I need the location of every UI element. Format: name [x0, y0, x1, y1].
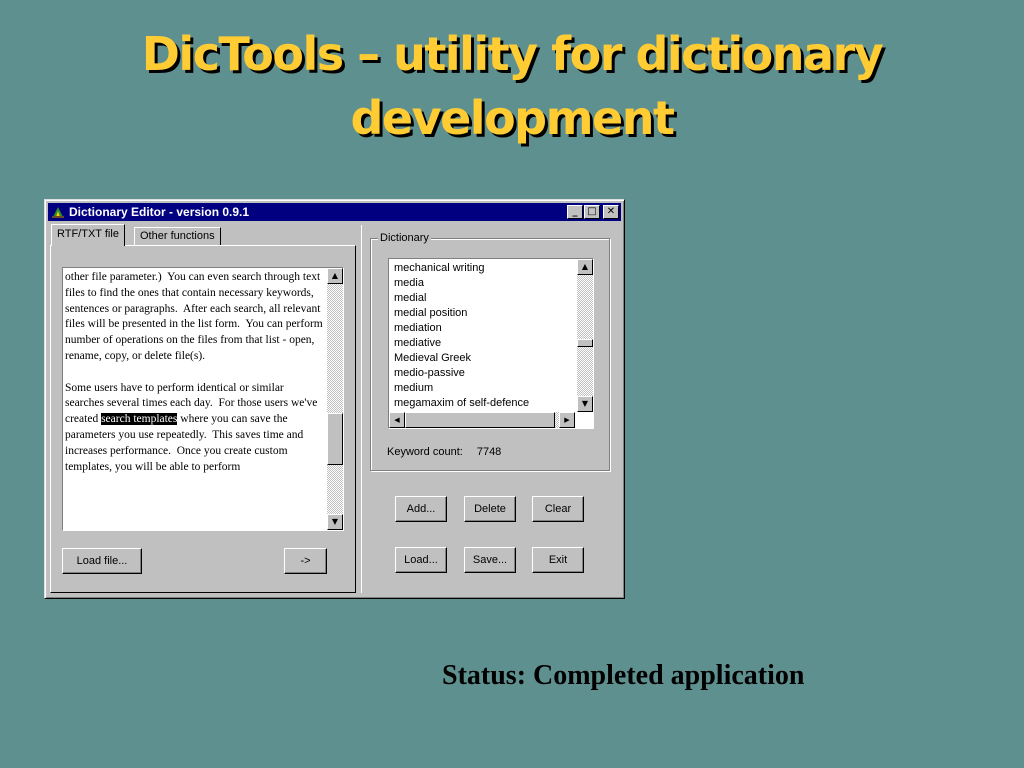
load-button[interactable]: Load... [395, 547, 447, 573]
window-title: Dictionary Editor - version 0.9.1 [69, 205, 250, 219]
add-button[interactable]: Add... [395, 496, 447, 522]
close-button[interactable]: ✕ [603, 205, 619, 219]
scroll-thumb[interactable] [327, 413, 343, 465]
list-scroll-left-arrow-icon[interactable]: ◀ [389, 412, 405, 428]
list-scroll-up-arrow-icon[interactable]: ▲ [577, 259, 593, 275]
keyword-count-label: Keyword count: [387, 446, 463, 458]
arrow-transfer-button[interactable]: -> [284, 548, 327, 574]
keyword-count-value: 7748 [476, 446, 502, 458]
dictionary-items: mechanical writing media medial medial posi… [389, 259, 570, 411]
list-vertical-scrollbar[interactable]: ▲ ▼ [577, 259, 593, 412]
tab-rtf-txt-file[interactable]: RTF/TXT file [51, 224, 125, 246]
exit-button[interactable]: Exit [532, 547, 584, 573]
app-icon [51, 205, 65, 219]
list-hscroll-thumb[interactable] [405, 412, 555, 428]
highlighted-text: search templates [101, 413, 178, 426]
list-scroll-right-arrow-icon[interactable]: ▶ [559, 412, 575, 428]
text-preview-content: other file parameter.) You can even sear… [65, 270, 325, 475]
slide-title: DicTools – utility for dictionary develo… [0, 22, 1024, 150]
slide-title-line-2: development [350, 91, 675, 145]
delete-button[interactable]: Delete [464, 496, 516, 522]
dictionary-editor-window: Dictionary Editor - version 0.9.1 _ □ ✕ … [44, 199, 625, 599]
text-paragraph-1: other file parameter.) You can even sear… [65, 271, 326, 362]
text-vertical-scrollbar[interactable]: ▲ ▼ [327, 268, 343, 530]
text-preview[interactable]: other file parameter.) You can even sear… [62, 267, 344, 531]
dictionary-list-item[interactable]: megamaxim of self-defence [394, 396, 570, 411]
dictionary-list-item[interactable]: medio-passive [394, 366, 570, 381]
dictionary-list-item[interactable]: medium [394, 381, 570, 396]
dictionary-list-item[interactable]: mediative [394, 336, 570, 351]
scroll-down-arrow-icon[interactable]: ▼ [327, 514, 343, 530]
load-file-button[interactable]: Load file... [62, 548, 142, 574]
dictionary-list-item[interactable]: mechanical writing [394, 261, 570, 276]
window-titlebar[interactable]: Dictionary Editor - version 0.9.1 _ □ ✕ [48, 203, 621, 221]
slide-title-line-1: DicTools – utility for dictionary [141, 27, 884, 81]
list-scroll-thumb[interactable] [577, 339, 593, 347]
keyword-count: Keyword count: 7748 [387, 446, 501, 458]
dictionary-list-item[interactable]: media [394, 276, 570, 291]
tab-other-functions[interactable]: Other functions [134, 227, 221, 245]
clear-button[interactable]: Clear [532, 496, 584, 522]
dictionary-list-item[interactable]: mediation [394, 321, 570, 336]
minimize-button[interactable]: _ [567, 205, 583, 219]
maximize-button[interactable]: □ [584, 205, 600, 219]
dictionary-group-label: Dictionary [378, 232, 431, 244]
dictionary-list-item[interactable]: medial [394, 291, 570, 306]
scroll-up-arrow-icon[interactable]: ▲ [327, 268, 343, 284]
list-scroll-down-arrow-icon[interactable]: ▼ [577, 396, 593, 412]
save-button[interactable]: Save... [464, 547, 516, 573]
status-text: Status: Completed application [442, 660, 805, 691]
dictionary-list[interactable]: mechanical writing media medial medial posi… [388, 258, 594, 429]
dictionary-list-item[interactable]: medial position [394, 306, 570, 321]
dictionary-list-item[interactable]: Medieval Greek [394, 351, 570, 366]
list-horizontal-scrollbar[interactable]: ◀ ▶ [389, 412, 575, 428]
